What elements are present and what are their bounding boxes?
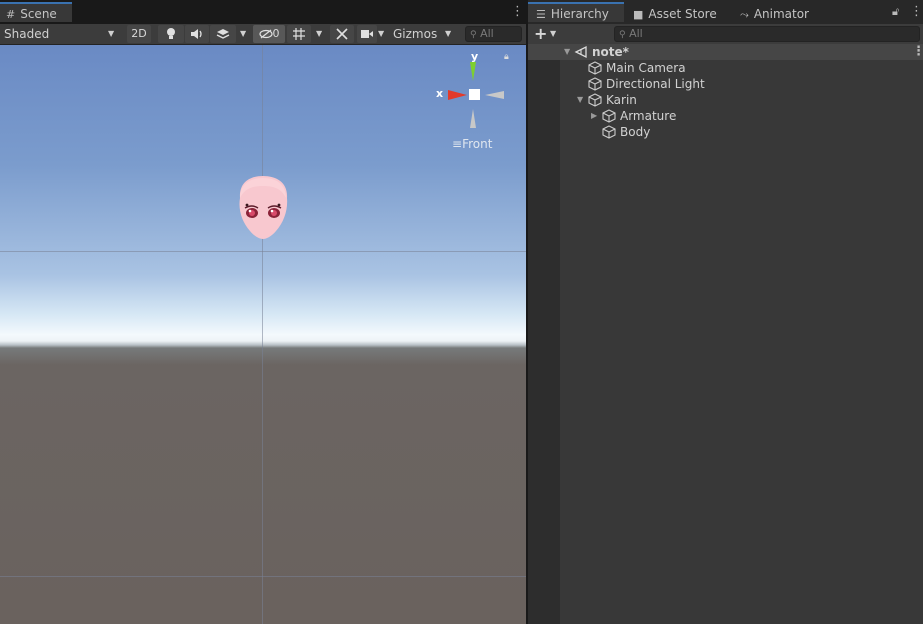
scene-visibility-button[interactable]: 0 [253, 25, 285, 43]
hierarchy-panel-menu-icon[interactable]: ⋮ [910, 5, 923, 18]
tab-hierarchy[interactable]: ☰ Hierarchy [528, 2, 624, 22]
hierarchy-panel: ☰ Hierarchy ■ Asset Store ⤳ Animator 🔓︎ ⋮ +… [528, 0, 923, 624]
scene-toolbar: Shaded ▼ 2D ▼ 0 ▼ ▼ Gizmos ▼ ⚲ All [0, 24, 526, 45]
hamburger-icon: ≡ [452, 137, 463, 151]
expand-arrow-icon[interactable]: ▼ [564, 44, 570, 60]
view-orientation-label[interactable]: ≡Front [452, 137, 492, 151]
chevron-down-icon: ▼ [108, 29, 115, 38]
expand-arrow-icon[interactable]: ▼ [577, 92, 583, 108]
tree-item-directional-light[interactable]: Directional Light [528, 76, 923, 92]
chevron-down-icon: ▼ [550, 29, 557, 38]
audio-toggle-button[interactable] [185, 25, 209, 43]
search-icon: ⚲ [619, 30, 626, 40]
tree-item-label: Directional Light [606, 77, 705, 91]
scene-viewport[interactable]: y x 🔒︎ ≡Front [0, 45, 526, 624]
camera-settings-button[interactable] [357, 25, 377, 43]
scene-panel: # Scene ⋮ Shaded ▼ 2D ▼ 0 ▼ ▼ Gizmos ▼ ⚲… [0, 0, 526, 624]
tab-scene-label: Scene [20, 7, 57, 21]
gameobject-cube-icon [602, 109, 616, 123]
layers-icon [216, 29, 230, 39]
gizmo-y-label: y [471, 50, 479, 63]
gizmo-x-label: x [436, 87, 444, 100]
tree-item-label: Karin [606, 93, 637, 107]
animator-icon: ⤳ [740, 8, 749, 21]
tab-asset-store[interactable]: ■ Asset Store [633, 4, 717, 24]
gameobject-cube-icon [588, 93, 602, 107]
lighting-toggle-button[interactable] [158, 25, 184, 43]
gameobject-cube-icon [588, 61, 602, 75]
video-camera-icon [361, 30, 373, 38]
tree-item-body[interactable]: Body [528, 124, 923, 140]
tab-asset-store-label: Asset Store [648, 7, 717, 21]
wrench-icon [336, 28, 348, 40]
hierarchy-toolbar: + ▼ ⚲ All [528, 24, 923, 45]
gameobject-cube-icon [602, 125, 616, 139]
tab-hierarchy-label: Hierarchy [550, 7, 609, 21]
tree-item-main-camera[interactable]: Main Camera [528, 60, 923, 76]
scene-search-field[interactable]: ⚲ All [465, 26, 522, 42]
toggle-2d-label: 2D [131, 27, 147, 40]
collapse-arrow-icon[interactable]: ▶ [591, 108, 597, 124]
tree-item-label: Armature [620, 109, 677, 123]
lock-icon[interactable]: 🔒︎ [504, 52, 509, 62]
list-icon: ☰ [536, 8, 546, 21]
grid-line-horizontal [0, 576, 526, 577]
gameobject-cube-icon [588, 77, 602, 91]
grid-icon [293, 28, 305, 40]
shading-mode-dropdown[interactable]: Shaded ▼ [4, 24, 120, 44]
scene-item-menu-icon[interactable]: ⋮ [912, 45, 923, 58]
tree-item-label: note* [592, 45, 629, 59]
tools-toggle-button[interactable] [330, 25, 354, 43]
lock-icon[interactable]: 🔓︎ [892, 5, 899, 19]
tree-item-scene[interactable]: ▼ note* ⋮ [528, 44, 923, 60]
speaker-icon [191, 29, 202, 39]
gizmos-label: Gizmos [393, 27, 438, 41]
gizmos-dropdown[interactable]: Gizmos ▼ [393, 24, 457, 44]
tab-animator-label: Animator [753, 7, 809, 21]
scene-tab-bar: # Scene ⋮ [0, 0, 526, 24]
tree-item-armature[interactable]: ▶ Armature [528, 108, 923, 124]
grid-toggle-button[interactable] [287, 25, 311, 43]
grid-line-vertical [262, 45, 263, 624]
tab-animator[interactable]: ⤳ Animator [740, 4, 809, 24]
orientation-gizmo[interactable]: y x 🔒︎ [428, 50, 509, 130]
grid-line-horizontal [0, 251, 526, 252]
shopping-bag-icon: ■ [633, 8, 644, 21]
tab-scene[interactable]: # Scene [0, 2, 72, 22]
create-object-dropdown[interactable]: + ▼ [534, 24, 560, 44]
scene-search-placeholder: All [480, 27, 494, 40]
view-name: Front [462, 137, 493, 151]
hidden-eye-icon [258, 29, 273, 39]
hash-grid-icon: # [6, 8, 16, 21]
tree-item-karin[interactable]: ▼ Karin [528, 92, 923, 108]
toggle-2d-button[interactable]: 2D [127, 25, 151, 43]
hidden-count: 0 [272, 27, 280, 40]
scene-panel-menu-icon[interactable]: ⋮ [511, 5, 524, 18]
effects-toggle-button[interactable] [210, 25, 236, 43]
camera-dropdown-chevron-icon[interactable]: ▼ [378, 24, 384, 44]
search-icon: ⚲ [470, 30, 477, 40]
tree-item-label: Body [620, 125, 651, 139]
hierarchy-search-placeholder: All [629, 27, 643, 40]
grid-dropdown-chevron-icon[interactable]: ▼ [316, 24, 322, 44]
lightbulb-icon [167, 28, 175, 39]
plus-icon: + [534, 24, 548, 43]
tree-item-label: Main Camera [606, 61, 686, 75]
chevron-down-icon: ▼ [445, 29, 452, 38]
shading-mode-value: Shaded [4, 27, 50, 41]
effects-dropdown-chevron-icon[interactable]: ▼ [240, 24, 246, 44]
unity-scene-icon [574, 45, 587, 59]
hierarchy-tab-bar: ☰ Hierarchy ■ Asset Store ⤳ Animator 🔓︎ ⋮ [528, 0, 923, 24]
character-head-model[interactable] [236, 176, 290, 240]
hierarchy-search-field[interactable]: ⚲ All [614, 26, 920, 42]
